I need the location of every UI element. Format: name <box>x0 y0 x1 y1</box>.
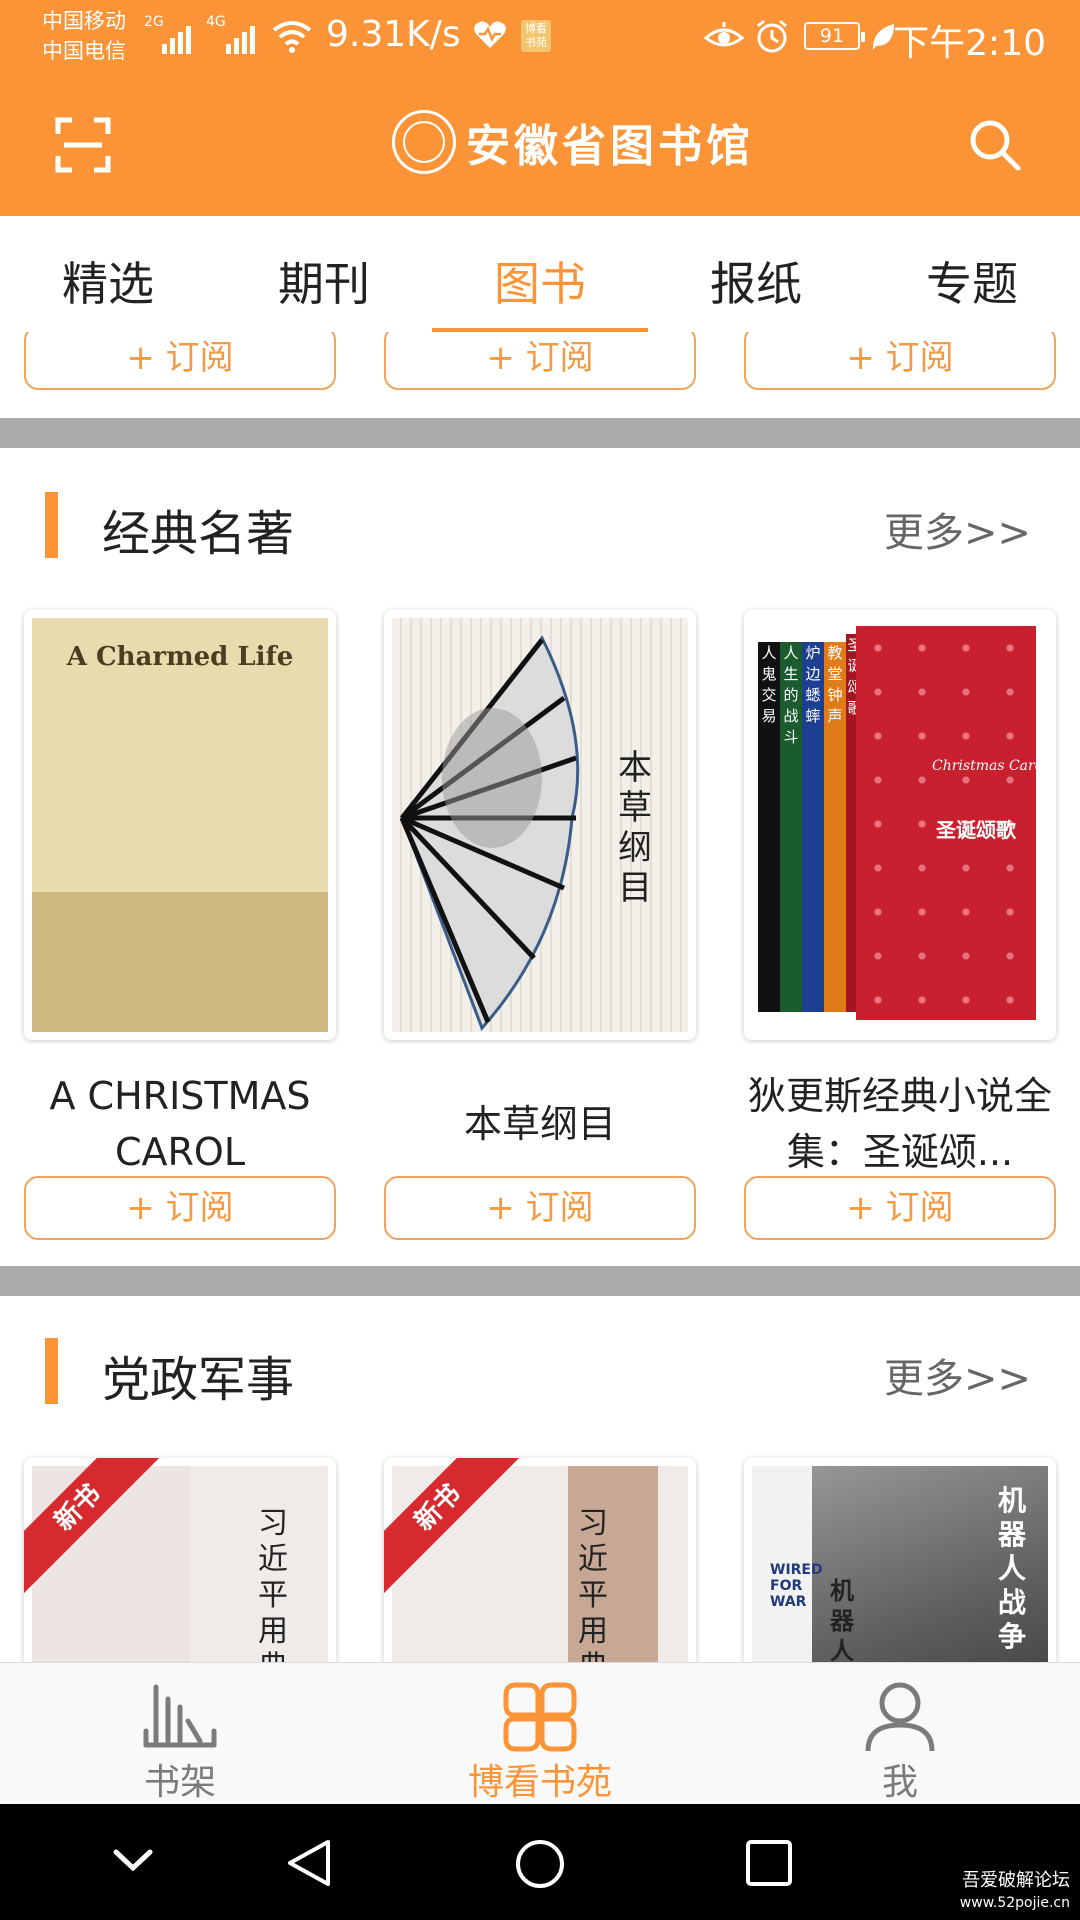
bottom-navigation: 书架 博看书苑 我 <box>0 1662 1080 1804</box>
app-header: 安徽省图书馆 <box>0 80 1080 216</box>
nav-label: 我 <box>881 1762 918 1803</box>
forum-watermark: 吾爱破解论坛 www.52pojie.cn <box>960 1870 1070 1914</box>
book-spine: 教堂钟声 <box>824 642 846 1012</box>
book-spine: 炉边蟋蟀 <box>802 642 824 1012</box>
status-bar: 中国移动 中国电信 2G 4G 9.31K/s 博看书苑 91 下午2:10 <box>0 0 1080 80</box>
scan-icon[interactable] <box>54 116 112 174</box>
book-cover-image: WIRED FOR WAR 机器人战 机器人战争 <box>752 1466 1048 1662</box>
book-cover-card[interactable]: A Charmed Life <box>24 610 336 1040</box>
cover-title-text: 机器人战争 <box>998 1484 1027 1653</box>
home-icon[interactable] <box>514 1838 566 1890</box>
nav-bokan-books[interactable]: 博看书苑 <box>440 1681 640 1803</box>
alarm-icon <box>757 19 787 53</box>
system-navigation-bar: 吾爱破解论坛 www.52pojie.cn <box>0 1804 1080 1920</box>
network-type-2: 4G <box>206 14 226 30</box>
network-type-1: 2G <box>144 14 164 30</box>
book-cover-image: 人鬼交易 人生的战斗 炉边蟋蟀 教堂钟声 圣诞颂歌 圣诞颂歌 Christmas… <box>752 618 1048 1032</box>
cover-title-text: A Charmed Life <box>66 642 294 672</box>
hide-nav-icon[interactable] <box>112 1846 154 1874</box>
app-badge-icon: 博看书苑 <box>521 20 551 52</box>
section-accent-bar <box>45 1338 58 1404</box>
person-icon <box>865 1682 935 1752</box>
tab-periodicals[interactable]: 期刊 <box>216 248 432 314</box>
watermark-line-1: 吾爱破解论坛 <box>962 1870 1070 1891</box>
nav-me[interactable]: 我 <box>800 1681 1000 1803</box>
recent-apps-icon[interactable] <box>744 1838 794 1888</box>
book-title[interactable]: A CHRISTMAS CAROL <box>10 1068 350 1180</box>
clover-grid-icon <box>503 1682 577 1752</box>
library-logo: 安徽省图书馆 <box>392 110 754 174</box>
book-cover-image: A Charmed Life <box>32 618 328 1032</box>
search-icon[interactable] <box>968 116 1022 174</box>
book-spine: 人鬼交易 <box>758 642 780 1012</box>
book-cover-card[interactable]: 人鬼交易 人生的战斗 炉边蟋蟀 教堂钟声 圣诞颂歌 圣诞颂歌 Christmas… <box>744 610 1056 1040</box>
library-name: 安徽省图书馆 <box>466 121 754 172</box>
watermark-url: www.52pojie.cn <box>959 1895 1070 1911</box>
subscribe-button[interactable]: + 订阅 <box>24 1176 336 1240</box>
nav-label: 博看书苑 <box>467 1762 612 1803</box>
subscribe-button[interactable]: + 订阅 <box>24 332 336 390</box>
clock: 下午2:10 <box>893 23 1046 64</box>
subscribe-button[interactable]: + 订阅 <box>744 332 1056 390</box>
eye-comfort-icon <box>704 22 744 47</box>
cover-subtitle-text: WIRED FOR WAR <box>770 1562 823 1610</box>
tab-newspapers[interactable]: 报纸 <box>648 248 864 314</box>
nav-label: 书架 <box>143 1762 216 1803</box>
book-cover-card[interactable]: 习近平用典 新书 <box>24 1458 336 1662</box>
subscribe-button[interactable]: + 订阅 <box>744 1176 1056 1240</box>
section-more-link[interactable]: 更多>> <box>884 1346 1031 1404</box>
cover-title-text: 本草纲目 <box>618 748 652 908</box>
network-speed: 9.31K/s <box>326 14 461 55</box>
signal-4g-icon: 4G <box>206 14 262 54</box>
book-cover-card[interactable]: 习近平用典 新书 <box>384 1458 696 1662</box>
section-title: 经典名著 <box>102 506 295 562</box>
leaf-icon <box>872 24 894 50</box>
book-cover-image: 本草纲目 <box>392 618 688 1032</box>
cover-side-text: 机器人战 <box>830 1577 854 1662</box>
cover-subtitle-text: Christmas Carol <box>932 758 1048 774</box>
carrier-names: 中国移动 中国电信 <box>42 6 126 66</box>
nav-bookshelf[interactable]: 书架 <box>80 1681 280 1803</box>
section-divider <box>0 1266 1080 1296</box>
tab-featured[interactable]: 精选 <box>0 248 216 314</box>
cover-title-text: 习近平用典 <box>578 1506 608 1662</box>
section-divider <box>0 418 1080 448</box>
section-more-link[interactable]: 更多>> <box>884 500 1031 558</box>
back-icon[interactable] <box>284 1838 334 1888</box>
cover-title-text: 习近平用典 <box>258 1506 288 1662</box>
book-cover-card[interactable]: WIRED FOR WAR 机器人战 机器人战争 <box>744 1458 1056 1662</box>
book-title[interactable]: 本草纲目 <box>370 1068 710 1180</box>
section-title: 党政军事 <box>102 1352 295 1408</box>
section-accent-bar <box>45 492 58 558</box>
tab-topics[interactable]: 专题 <box>864 248 1080 314</box>
book-title[interactable]: 狄更斯经典小说全集：圣诞颂... <box>730 1068 1070 1180</box>
heart-rate-icon <box>474 21 506 48</box>
subscribe-button[interactable]: + 订阅 <box>384 332 696 390</box>
book-spine: 人生的战斗 <box>780 642 802 1012</box>
book-cover-card[interactable]: 本草纲目 <box>384 610 696 1040</box>
carrier-2: 中国电信 <box>42 39 126 63</box>
library-seal-icon <box>392 110 456 174</box>
category-tabs: 精选 期刊 图书 报纸 专题 <box>0 216 1080 334</box>
cover-title-text: 圣诞颂歌 <box>936 818 1016 842</box>
signal-2g-icon: 2G <box>144 14 194 54</box>
subscribe-button[interactable]: + 订阅 <box>384 1176 696 1240</box>
carrier-1: 中国移动 <box>42 9 126 33</box>
book-feed[interactable]: + 订阅 + 订阅 + 订阅 经典名著 更多>> A Charmed Life <box>0 332 1080 1662</box>
wifi-icon <box>272 21 312 53</box>
tab-books[interactable]: 图书 <box>432 248 648 314</box>
battery-icon: 91 <box>804 22 865 50</box>
bookshelf-icon <box>143 1684 217 1748</box>
